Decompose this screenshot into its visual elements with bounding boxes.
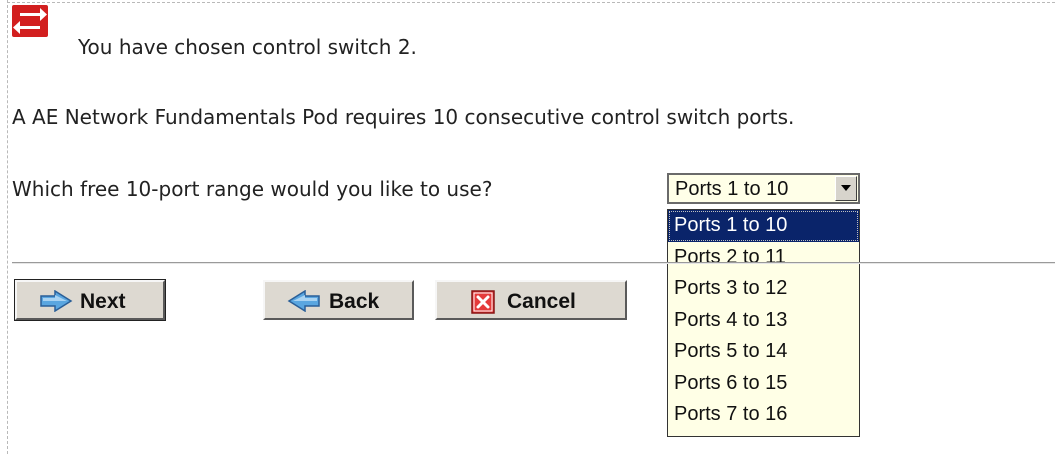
frame-border-top [7,2,1055,3]
port-option[interactable]: Ports 3 to 12 [668,273,859,305]
next-button[interactable]: Next [14,279,166,321]
port-option[interactable]: Ports 1 to 10 [668,210,859,242]
port-range-question: Which free 10-port range would you like … [12,177,493,201]
dropdown-arrow-button[interactable] [835,176,857,201]
port-option[interactable]: Ports 2 to 11 [668,242,859,274]
section-divider [12,262,1055,264]
port-option[interactable]: Ports 7 to 16 [668,399,859,431]
chevron-down-icon [841,185,851,191]
port-option[interactable]: Ports 6 to 15 [668,368,859,400]
port-range-select[interactable]: Ports 1 to 10 [667,173,860,204]
port-option[interactable]: Ports 5 to 14 [668,336,859,368]
next-button-label: Next [80,290,126,313]
cancel-button[interactable]: Cancel [435,280,627,320]
port-range-dropdown-list[interactable]: Ports 1 to 10 Ports 2 to 11 Ports 3 to 1… [667,209,860,437]
frame-border-left [7,0,8,454]
back-button[interactable]: Back [263,280,414,320]
cancel-x-icon [471,290,495,320]
cancel-button-label: Cancel [507,290,576,313]
arrow-left-icon [287,289,321,318]
arrow-right-icon [39,289,73,318]
back-button-label: Back [329,290,380,313]
chosen-switch-text: You have chosen control switch 2. [78,35,417,59]
pod-requirement-text: A AE Network Fundamentals Pod requires 1… [12,105,795,129]
port-option[interactable]: Ports 4 to 13 [668,305,859,337]
control-switch-icon [12,5,48,37]
port-range-selected-value: Ports 1 to 10 [675,178,789,200]
